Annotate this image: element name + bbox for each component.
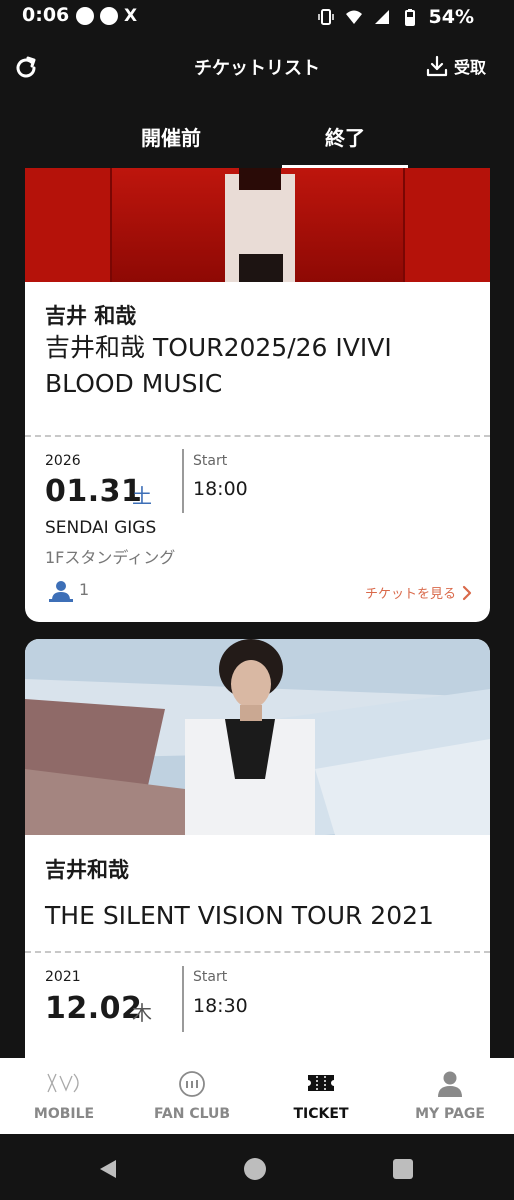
date-time-divider	[182, 449, 184, 513]
nav-ticket[interactable]: TICKET	[257, 1058, 385, 1134]
event-date: 12.02	[45, 991, 143, 1026]
dashed-divider	[25, 951, 490, 953]
event-photo	[25, 168, 490, 282]
wifi-icon	[345, 10, 362, 24]
tab-ended-label: 終了	[325, 126, 365, 150]
ticket-card[interactable]: 吉井和哉 THE SILENT VISION TOUR 2021 2021 12…	[25, 639, 490, 1058]
battery-icon	[404, 9, 415, 26]
tab-upcoming-label: 開催前	[141, 126, 201, 150]
bottom-nav: MOBILE FAN CLUB TICKET MY PAGE	[0, 1058, 514, 1134]
event-weekday: 木	[132, 1001, 152, 1025]
artist-name: 吉井和哉	[45, 858, 129, 882]
event-date: 01.31	[45, 474, 143, 509]
mobile-logo-icon	[47, 1073, 79, 1093]
status-time: 0:06	[22, 4, 70, 26]
tab-upcoming[interactable]: 開催前	[108, 106, 234, 168]
nav-ticket-label: TICKET	[293, 1106, 349, 1122]
app-notification-icon	[76, 7, 94, 25]
event-weekday: 土	[132, 484, 152, 508]
settings-notification-icon	[100, 7, 118, 25]
back-icon[interactable]	[96, 1157, 120, 1181]
battery-percent: 54%	[428, 6, 474, 28]
start-time: 18:00	[193, 478, 248, 500]
nav-fanclub[interactable]: FAN CLUB	[128, 1058, 256, 1134]
status-bar: 0:06 X 54%	[0, 0, 514, 34]
notification-icons: X	[76, 7, 137, 25]
event-year: 2026	[45, 453, 81, 469]
event-title: THE SILENT VISION TOUR 2021	[45, 901, 434, 930]
person-icon	[49, 581, 73, 602]
signal-icon	[374, 10, 389, 24]
system-indicators: 54%	[317, 6, 474, 28]
user-icon	[438, 1071, 462, 1097]
tab-bar: 開催前 終了	[0, 106, 514, 168]
tab-ended[interactable]: 終了	[282, 106, 408, 168]
seat-type: 1Fスタンディング	[45, 548, 176, 567]
system-nav-bar	[0, 1134, 514, 1200]
ticket-list[interactable]: 吉井 和哉 吉井和哉 TOUR2025/26 IVIVI BLOOD MUSIC…	[0, 168, 514, 1058]
recents-icon[interactable]	[392, 1158, 414, 1180]
ticket-count: 1	[79, 580, 90, 599]
start-time: 18:30	[193, 995, 248, 1017]
event-year: 2021	[45, 969, 81, 985]
home-icon[interactable]	[243, 1157, 267, 1181]
dashed-divider	[25, 435, 490, 437]
download-icon	[426, 55, 448, 77]
date-time-divider	[182, 966, 184, 1032]
start-label: Start	[193, 453, 228, 469]
nav-mypage[interactable]: MY PAGE	[386, 1058, 514, 1134]
fanclub-441-icon	[179, 1071, 205, 1097]
app-header: チケットリスト 受取	[0, 34, 514, 100]
nav-mypage-label: MY PAGE	[415, 1106, 485, 1122]
start-label: Start	[193, 969, 228, 985]
view-ticket-label: チケットを見る	[364, 587, 456, 602]
receive-button[interactable]: 受取	[426, 54, 486, 78]
vibrate-icon	[317, 9, 334, 25]
event-title: 吉井和哉 TOUR2025/26 IVIVI BLOOD MUSIC	[45, 333, 392, 398]
event-photo	[25, 639, 490, 835]
nav-mobile-label: MOBILE	[33, 1106, 95, 1122]
nav-mobile[interactable]: MOBILE	[0, 1058, 128, 1134]
receive-label: 受取	[453, 58, 486, 77]
artist-name: 吉井 和哉	[45, 304, 137, 328]
ticket-icon	[308, 1075, 334, 1091]
ticket-card[interactable]: 吉井 和哉 吉井和哉 TOUR2025/26 IVIVI BLOOD MUSIC…	[25, 168, 490, 622]
nav-fanclub-label: FAN CLUB	[153, 1106, 231, 1122]
view-ticket-link[interactable]: チケットを見る	[365, 583, 472, 602]
x-app-icon: X	[124, 6, 138, 26]
venue-name: SENDAI GIGS	[45, 518, 157, 538]
chevron-right-icon	[462, 585, 472, 600]
